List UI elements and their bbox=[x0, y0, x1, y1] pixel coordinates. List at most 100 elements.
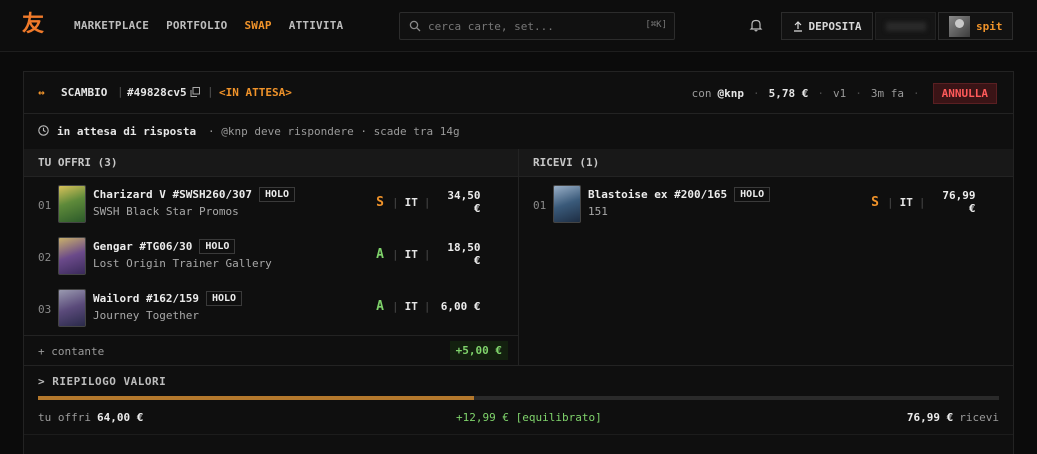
card-meta: S | IT | 76,99 € bbox=[869, 189, 975, 215]
receive-total: 76,99 € ricevi bbox=[907, 411, 999, 424]
item-index: 01 bbox=[38, 199, 52, 212]
card-set: Lost Origin Trainer Gallery bbox=[93, 257, 272, 270]
offer-total-value: 64,00 € bbox=[96, 411, 144, 424]
condition-grade: A bbox=[376, 298, 384, 314]
waiting-title: in attesa di risposta bbox=[57, 125, 197, 138]
trade-header: ↔ SCAMBIO | #49828cv5 | <IN ATTESA> con … bbox=[24, 72, 1013, 114]
offer-header: TU OFFRI (3) bbox=[24, 149, 518, 177]
nav-links: MARKETPLACE PORTFOLIO SWAP ATTIVITA bbox=[74, 19, 360, 32]
swap-arrows-icon: ↔ bbox=[38, 86, 45, 99]
nav-attivita[interactable]: ATTIVITA bbox=[289, 19, 344, 32]
condition-grade: A bbox=[376, 246, 384, 262]
search-shortcut: [⌘K] bbox=[645, 20, 667, 30]
card-language: IT bbox=[404, 195, 418, 209]
offer-item[interactable]: 01 Charizard V #SWSH260/307 HOLO SWSH Bla… bbox=[24, 179, 518, 231]
card-language: IT bbox=[404, 299, 418, 313]
bell-icon[interactable] bbox=[749, 18, 763, 32]
logo[interactable]: 友 bbox=[22, 12, 44, 38]
trade-type: SCAMBIO bbox=[61, 86, 108, 99]
item-index: 03 bbox=[38, 303, 52, 316]
nav-swap[interactable]: SWAP bbox=[244, 19, 271, 32]
cash-value: +5,00 € bbox=[449, 341, 508, 360]
trade-version: v1 bbox=[833, 86, 847, 100]
offer-total-label: tu offri bbox=[38, 411, 91, 424]
username: spit bbox=[976, 19, 1003, 33]
card-price: 6,00 € bbox=[440, 299, 481, 313]
condition-grade: S bbox=[871, 194, 879, 210]
item-index: 01 bbox=[533, 199, 547, 212]
value-difference: +12,99 € [equilibrato] bbox=[456, 411, 602, 424]
card-set: SWSH Black Star Promos bbox=[93, 205, 239, 218]
receive-total-label: ricevi bbox=[959, 411, 999, 424]
card-name: Charizard V #SWSH260/307 bbox=[93, 188, 252, 201]
trade-time: 3m fa bbox=[870, 86, 905, 100]
holo-badge: HOLO bbox=[258, 187, 296, 202]
offer-total: tu offri 64,00 € bbox=[38, 411, 143, 424]
card-set: Journey Together bbox=[93, 309, 199, 322]
copy-icon[interactable] bbox=[190, 87, 200, 97]
receive-item[interactable]: 01 Blastoise ex #200/165 HOLO 151 S | IT … bbox=[519, 179, 1013, 231]
upload-icon bbox=[793, 20, 802, 32]
balance-redacted bbox=[875, 12, 936, 40]
nav-portfolio[interactable]: PORTFOLIO bbox=[166, 19, 227, 32]
card-thumbnail bbox=[553, 185, 581, 223]
cash-row: + contante +5,00 € bbox=[24, 335, 518, 365]
condition-grade: S bbox=[376, 194, 384, 210]
offer-share-fill bbox=[38, 396, 475, 400]
cash-label: + contante bbox=[38, 345, 105, 358]
separator: | bbox=[117, 85, 124, 98]
card-thumbnail bbox=[58, 289, 86, 327]
value-summary: > RIEPILOGO VALORI tu offri 64,00 € +12,9… bbox=[24, 365, 1013, 454]
divider bbox=[24, 434, 1013, 435]
item-index: 02 bbox=[38, 251, 52, 264]
avatar bbox=[949, 15, 970, 37]
status-badge: <IN ATTESA> bbox=[219, 86, 292, 99]
clock-icon bbox=[38, 125, 49, 136]
value-balance-bar bbox=[38, 396, 999, 400]
card-set: 151 bbox=[588, 205, 608, 218]
search-icon bbox=[409, 20, 421, 32]
counterparty[interactable]: @knp bbox=[718, 87, 745, 100]
card-price: 76,99 € bbox=[942, 189, 976, 215]
card-meta: A | IT | 18,50 € bbox=[374, 241, 480, 267]
card-price: 18,50 € bbox=[447, 241, 481, 267]
card-price: 34,50 € bbox=[447, 189, 481, 215]
card-name: Blastoise ex #200/165 bbox=[588, 188, 728, 201]
holo-badge: HOLO bbox=[205, 291, 243, 306]
card-thumbnail bbox=[58, 185, 86, 223]
card-name-line: Wailord #162/159 HOLO bbox=[93, 291, 243, 306]
deposit-button[interactable]: DEPOSITA bbox=[781, 12, 873, 40]
offer-item[interactable]: 02 Gengar #TG06/30 HOLO Lost Origin Train… bbox=[24, 231, 518, 283]
card-name: Gengar #TG06/30 bbox=[93, 240, 193, 253]
summary-header[interactable]: > RIEPILOGO VALORI bbox=[38, 375, 166, 388]
trade-columns: TU OFFRI (3) RICEVI (1) 01 Charizard V #… bbox=[24, 149, 1013, 365]
separator: | bbox=[207, 85, 214, 98]
receive-total-value: 76,99 € bbox=[906, 411, 954, 424]
card-meta: A | IT | 6,00 € bbox=[374, 298, 481, 314]
with-prefix: con bbox=[691, 86, 712, 100]
top-nav: 友 MARKETPLACE PORTFOLIO SWAP ATTIVITA [⌘… bbox=[0, 0, 1037, 52]
offer-item[interactable]: 03 Wailord #162/159 HOLO Journey Together… bbox=[24, 283, 518, 335]
cancel-button[interactable]: ANNULLA bbox=[932, 82, 997, 104]
user-menu[interactable]: spit bbox=[938, 12, 1013, 40]
trade-id: #49828cv5 bbox=[127, 86, 187, 99]
card-language: IT bbox=[404, 247, 418, 261]
card-meta: S | IT | 34,50 € bbox=[374, 189, 480, 215]
waiting-detail: · @knp deve rispondere · scade tra 14g bbox=[208, 125, 460, 138]
holo-badge: HOLO bbox=[199, 239, 236, 254]
card-language: IT bbox=[899, 195, 913, 209]
card-thumbnail bbox=[58, 237, 86, 275]
trade-amount: 5,78 € bbox=[768, 86, 809, 100]
search-box[interactable]: [⌘K] bbox=[399, 12, 675, 40]
nav-marketplace[interactable]: MARKETPLACE bbox=[74, 19, 149, 32]
waiting-bar: in attesa di risposta · @knp deve rispon… bbox=[24, 115, 1013, 149]
holo-badge: HOLO bbox=[734, 187, 771, 202]
card-name-line: Gengar #TG06/30 HOLO bbox=[93, 239, 236, 254]
card-name: Wailord #162/159 bbox=[93, 292, 199, 305]
trade-meta: con @knp · 5,78 € · v1 · 3m fa · ANNULLA bbox=[692, 82, 997, 104]
card-name-line: Charizard V #SWSH260/307 HOLO bbox=[93, 187, 296, 202]
deposit-label: DEPOSITA bbox=[808, 19, 862, 33]
receive-header: RICEVI (1) bbox=[518, 149, 1013, 177]
search-input[interactable] bbox=[428, 17, 628, 35]
trade-panel: ↔ SCAMBIO | #49828cv5 | <IN ATTESA> con … bbox=[23, 71, 1014, 454]
